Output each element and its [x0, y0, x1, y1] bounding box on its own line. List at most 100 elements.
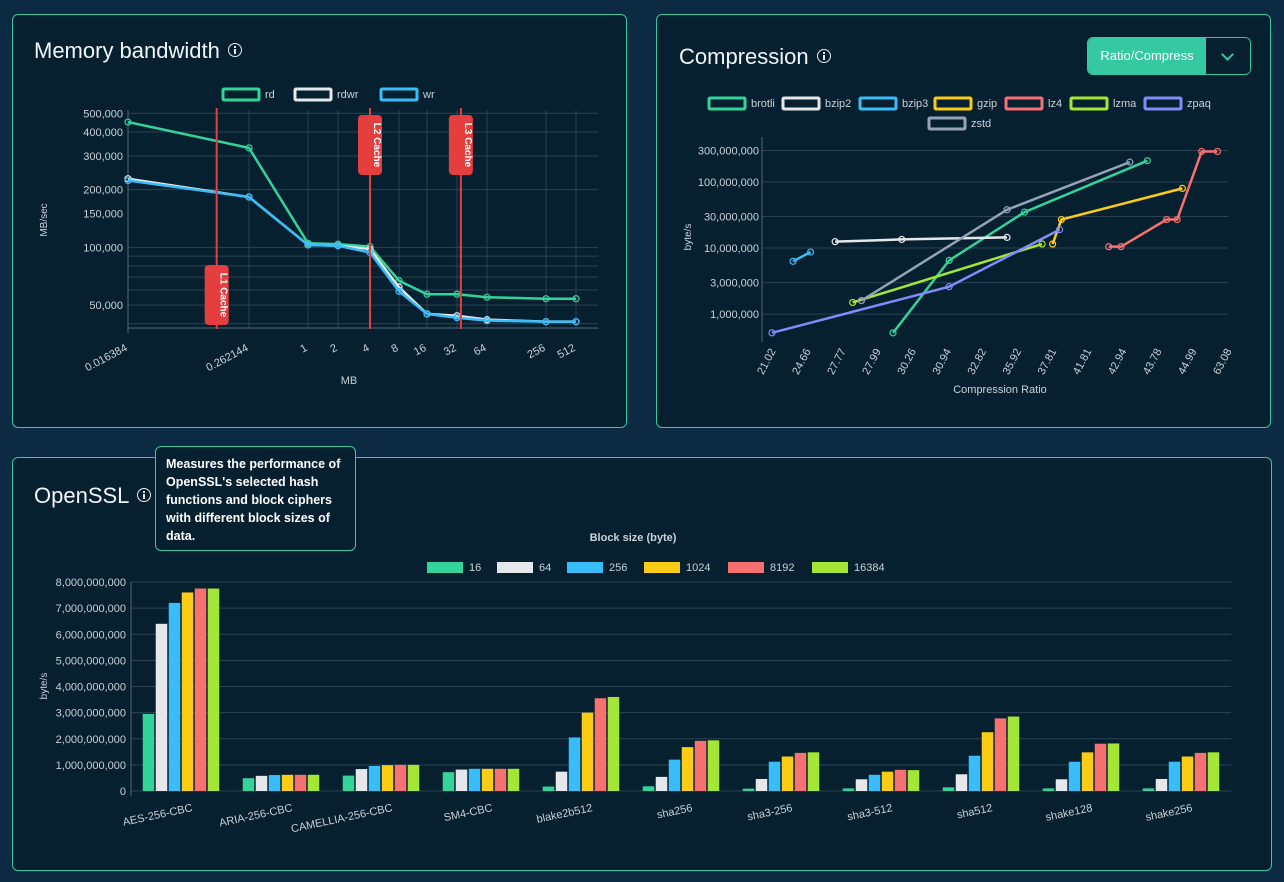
bar — [1055, 779, 1068, 791]
y-tick-label: 300,000 — [83, 151, 123, 163]
bar — [181, 592, 194, 791]
y-tick-label: 7,000,000,000 — [56, 603, 126, 615]
x-tick-label: 35.92 — [1001, 347, 1025, 377]
x-tick-label: sha256 — [656, 802, 694, 821]
bar — [1081, 752, 1094, 791]
legend-swatch — [927, 116, 967, 131]
x-tick-label: 30.26 — [895, 347, 919, 377]
bar — [768, 761, 781, 791]
bar — [155, 623, 168, 791]
y-tick-label: 1,000,000,000 — [56, 760, 126, 772]
bar — [207, 588, 220, 791]
y-tick-label: 400,000 — [83, 127, 123, 139]
x-tick-label: 63.08 — [1211, 347, 1235, 377]
legend-label: gzip — [977, 98, 997, 110]
memory-chart: 500,000400,000300,000200,000150,000100,0… — [39, 87, 598, 387]
y-tick-label: 8,000,000,000 — [56, 577, 126, 589]
legend-swatch — [1069, 96, 1109, 111]
y-tick-label: 1,000,000 — [710, 309, 759, 321]
bar — [1155, 778, 1168, 791]
bar — [1207, 752, 1220, 791]
bar — [655, 776, 668, 791]
legend-label: wr — [422, 89, 435, 101]
bar — [755, 778, 768, 791]
bar — [942, 787, 955, 791]
y-tick-label: 100,000 — [83, 242, 123, 254]
chart-title: Block size (byte) — [590, 532, 677, 544]
y-tick-label: 200,000 — [83, 185, 123, 197]
legend-swatch — [644, 562, 680, 573]
y-tick-label: 0 — [120, 786, 126, 798]
bar — [142, 713, 155, 791]
x-tick-label: 21.02 — [755, 347, 779, 377]
x-tick-label: sha3-512 — [846, 802, 893, 823]
legend-label: rdwr — [337, 89, 359, 101]
y-axis-label: byte/s — [683, 224, 694, 251]
bar — [1168, 761, 1181, 791]
bar — [1068, 761, 1081, 791]
bar — [707, 740, 720, 791]
legend-swatch — [933, 96, 973, 111]
y-tick-label: 100,000,000 — [698, 177, 759, 189]
legend-label: 16384 — [854, 562, 885, 574]
bar — [468, 768, 481, 791]
series-line-rdwr — [127, 177, 576, 323]
bar — [555, 771, 568, 791]
annotation-label: L2 Cache — [371, 123, 382, 168]
bar — [807, 752, 820, 791]
memory-bandwidth-card: Memory bandwidth 500,000 400,000 300,000 20… — [12, 14, 627, 428]
x-tick-label: 44.99 — [1176, 347, 1200, 377]
x-tick-label: 2 — [328, 342, 339, 355]
y-tick-label: 3,000,000 — [710, 278, 759, 290]
y-tick-label: 6,000,000,000 — [56, 629, 126, 641]
bar — [607, 696, 620, 791]
bar — [581, 712, 594, 791]
legend-label: 64 — [539, 562, 551, 574]
openssl-tooltip: Measures the performance of OpenSSL's se… — [155, 446, 356, 551]
x-tick-label: sha512 — [956, 802, 994, 821]
bar — [981, 732, 994, 791]
x-tick-label: 30.94 — [931, 347, 955, 377]
legend-swatch — [812, 562, 848, 573]
x-tick-label: ARIA-256-CBC — [218, 802, 293, 829]
bar — [542, 786, 555, 791]
bar — [794, 752, 807, 791]
bar — [394, 764, 407, 791]
y-tick-label: 300,000,000 — [698, 145, 759, 157]
legend-swatch — [497, 562, 533, 573]
x-tick-label: 16 — [412, 342, 428, 358]
bar — [368, 765, 381, 791]
x-tick-label: 32 — [442, 342, 458, 358]
bar — [568, 737, 581, 791]
bar — [1007, 716, 1020, 791]
legend-label: 16 — [469, 562, 481, 574]
series-line-wr — [127, 179, 576, 323]
bar — [194, 588, 207, 791]
bar — [668, 759, 681, 791]
bar — [842, 788, 855, 791]
bar — [855, 779, 868, 791]
bar — [1042, 788, 1055, 791]
bar — [907, 770, 920, 791]
y-axis-label: byte/s — [39, 673, 50, 700]
legend-label: 256 — [609, 562, 627, 574]
y-tick-label: 150,000 — [83, 209, 123, 221]
legend-label: lzma — [1113, 98, 1137, 110]
x-tick-label: 32.82 — [966, 347, 990, 377]
legend-swatch — [567, 562, 603, 573]
bar — [642, 786, 655, 791]
x-tick-label: 27.77 — [825, 347, 849, 377]
bar — [594, 698, 607, 791]
x-tick-label: 1 — [298, 342, 309, 355]
x-tick-label: 4 — [360, 342, 371, 355]
legend-swatch — [1143, 96, 1183, 111]
x-tick-label: 512 — [556, 342, 578, 361]
x-tick-label: AES-256-CBC — [122, 802, 194, 828]
y-tick-label: 10,000,000 — [704, 243, 759, 255]
bar — [1181, 756, 1194, 791]
bar — [355, 769, 368, 791]
legend-swatch — [293, 87, 333, 102]
x-tick-label: 0.262144 — [204, 342, 250, 374]
bar — [868, 774, 881, 791]
bar — [255, 775, 268, 791]
